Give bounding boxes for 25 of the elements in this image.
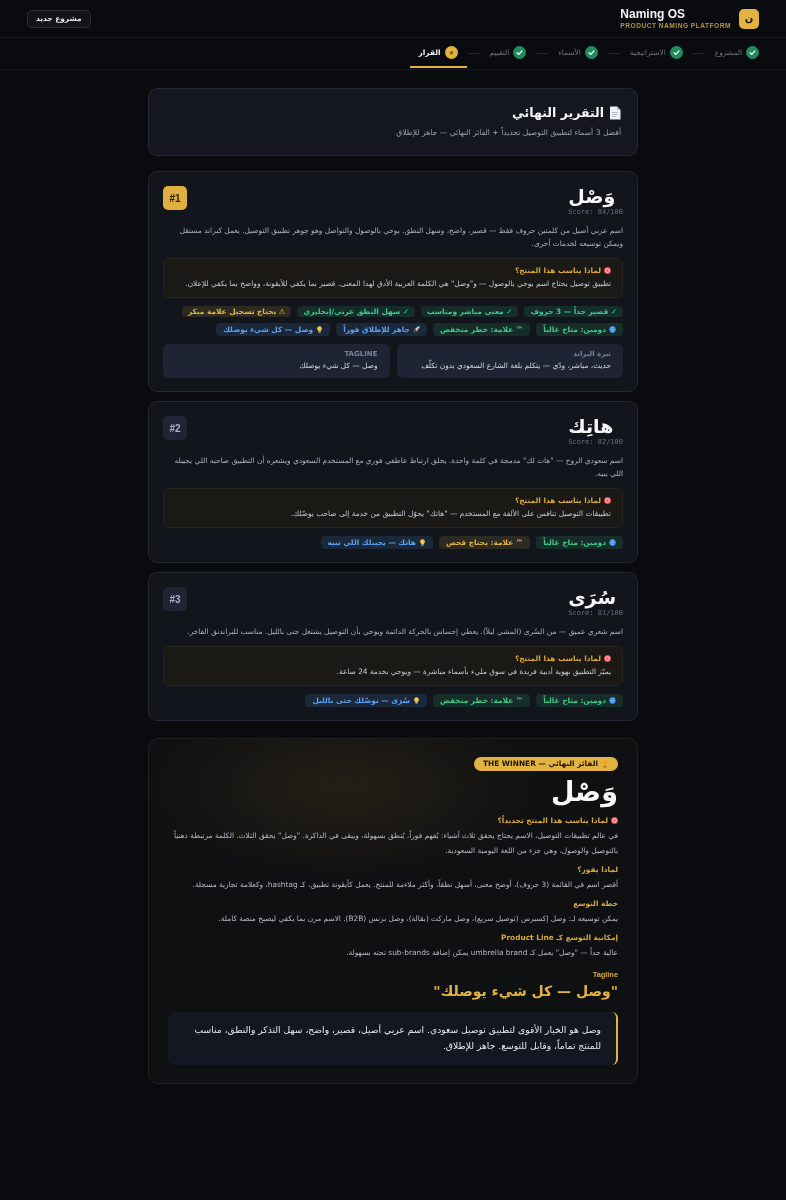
candidate-name: سُرَى	[568, 586, 617, 609]
rank-badge: #3	[163, 587, 187, 611]
target-icon	[604, 497, 611, 504]
trophy-icon	[601, 760, 609, 768]
globe-icon	[609, 326, 616, 333]
lightbulb-icon	[316, 326, 324, 333]
tagline-text: "وصل — كل شيء يوصلك"	[432, 982, 618, 1001]
candidate-name: هاتِك	[568, 415, 614, 438]
globe-icon	[609, 697, 616, 704]
verdict-text: وصل هو الخيار الأقوى لتطبيق توصيل سعودي. اسم عربي أصيل، قصير، واضح، سهل التذكر والنطق، مناسب للمنتج تماماً، وقابل للتوسع. جاهز للإطلاق.	[193, 1023, 601, 1053]
brand-name: Naming OS	[620, 7, 686, 21]
report-title: التقرير النهائي	[511, 104, 604, 122]
target-icon	[604, 267, 611, 274]
lightbulb-icon	[418, 539, 426, 546]
candidate-name: وَصْل	[568, 185, 616, 208]
rocket-icon	[412, 326, 420, 333]
target-icon	[604, 655, 611, 662]
target-icon	[611, 817, 618, 824]
rank-badge: #1	[163, 186, 187, 210]
document-icon	[609, 106, 621, 120]
winner-name: وَصْل	[550, 775, 618, 809]
globe-icon	[609, 539, 616, 546]
lightbulb-icon	[412, 697, 420, 704]
rank-badge: #2	[163, 416, 187, 440]
logo-tile: ن	[739, 8, 759, 29]
